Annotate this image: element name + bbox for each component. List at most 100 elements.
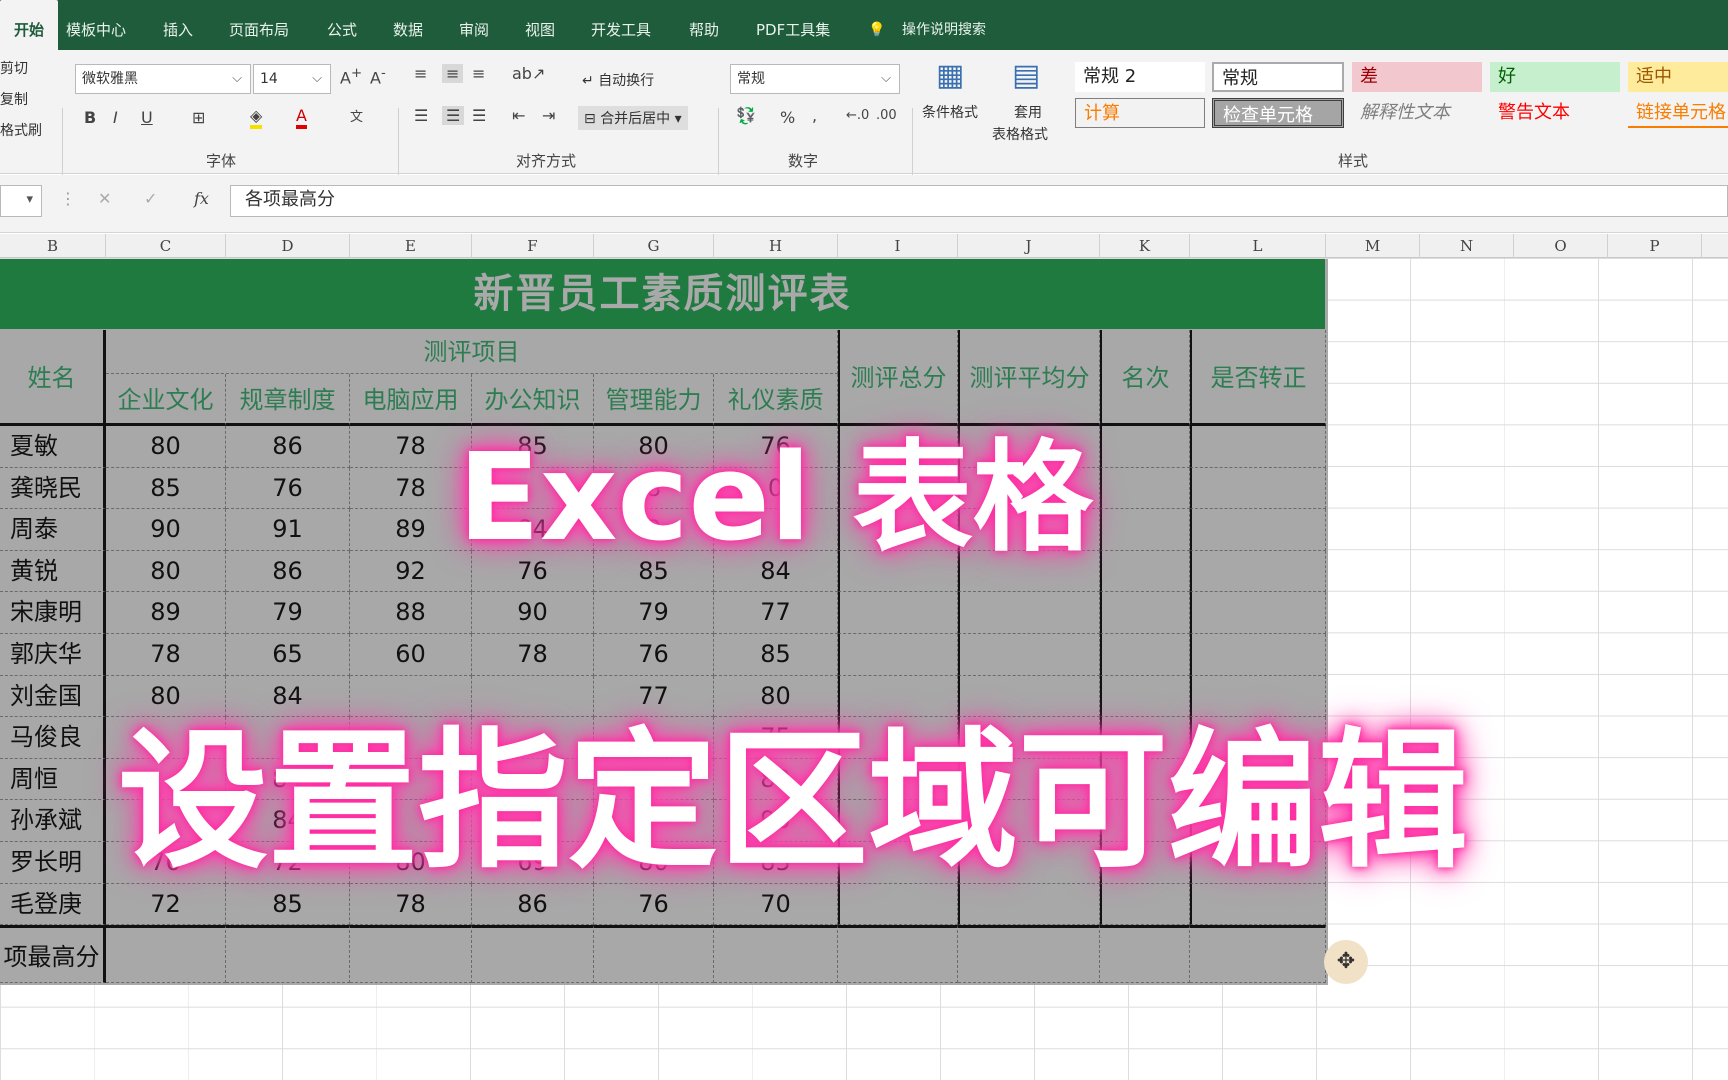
increase-indent-icon[interactable]: ⇥ <box>542 106 555 125</box>
column-header-d[interactable]: D <box>226 234 350 258</box>
empty-cell[interactable] <box>1100 550 1190 593</box>
column-header-p[interactable]: P <box>1608 234 1702 258</box>
column-header-o[interactable]: O <box>1514 234 1608 258</box>
tab-insert[interactable]: 插入 <box>163 0 193 50</box>
column-header-n[interactable]: N <box>1420 234 1514 258</box>
footer-cell[interactable] <box>472 925 594 984</box>
name-cell[interactable]: 郭庆华 <box>0 634 106 676</box>
tab-view[interactable]: 视图 <box>525 0 555 50</box>
score-cell[interactable]: 91 <box>226 509 350 551</box>
sub-header[interactable]: 规章制度 <box>226 374 350 426</box>
score-cell[interactable]: 92 <box>350 550 472 593</box>
tab-formulas[interactable]: 公式 <box>327 0 357 50</box>
column-header-e[interactable]: E <box>350 234 472 258</box>
style-warning[interactable]: 警告文本 <box>1490 98 1620 128</box>
lightbulb-icon[interactable]: 💡 <box>868 0 885 50</box>
score-cell[interactable]: 80 <box>106 426 226 468</box>
bold-button[interactable]: B <box>84 108 96 127</box>
score-cell[interactable]: 86 <box>226 550 350 593</box>
tab-developer[interactable]: 开发工具 <box>591 0 651 50</box>
score-cell[interactable]: 78 <box>106 634 226 676</box>
score-cell[interactable]: 76 <box>226 467 350 510</box>
style-calculation[interactable]: 计算 <box>1075 98 1205 128</box>
align-center-icon[interactable]: ☰ <box>442 106 465 125</box>
orientation-icon[interactable]: ab↗ <box>512 64 545 83</box>
empty-cell[interactable] <box>1190 509 1326 551</box>
score-cell[interactable]: 89 <box>106 592 226 634</box>
table-format-button-line2[interactable]: 表格格式 <box>992 124 1048 144</box>
empty-cell[interactable] <box>1100 467 1190 510</box>
align-right-icon[interactable]: ☰ <box>472 106 486 125</box>
tab-template-center[interactable]: 模板中心 <box>66 0 126 50</box>
decrease-decimal-icon[interactable]: .00 <box>876 108 897 123</box>
footer-cell[interactable] <box>958 925 1100 984</box>
phonetic-icon[interactable]: 文 <box>350 106 363 125</box>
font-color-icon[interactable]: A <box>296 106 307 129</box>
style-neutral[interactable]: 适中 <box>1628 62 1728 92</box>
decrease-indent-icon[interactable]: ⇤ <box>512 106 525 125</box>
name-cell[interactable]: 周恒 <box>0 758 106 801</box>
footer-cell[interactable] <box>1190 925 1326 984</box>
footer-cell[interactable] <box>106 925 226 984</box>
style-explanatory[interactable]: 解释性文本 <box>1352 98 1482 128</box>
percent-button[interactable]: % <box>780 108 795 127</box>
name-cell[interactable]: 孙承斌 <box>0 800 106 842</box>
name-cell[interactable]: 龚晓民 <box>0 467 106 510</box>
footer-cell[interactable] <box>594 925 714 984</box>
empty-cell[interactable] <box>958 592 1100 634</box>
empty-cell[interactable] <box>1100 509 1190 551</box>
align-bottom-icon[interactable]: ≡ <box>472 64 485 83</box>
column-header-i[interactable]: I <box>838 234 958 258</box>
column-header-h[interactable]: H <box>714 234 838 258</box>
style-bad[interactable]: 差 <box>1352 62 1482 92</box>
number-format-select[interactable]: 常规 ⌵ <box>730 64 900 94</box>
score-cell[interactable]: 90 <box>472 592 594 634</box>
score-cell[interactable]: 78 <box>472 634 594 676</box>
fill-color-icon[interactable]: ◈ <box>250 106 263 129</box>
tab-home[interactable]: 开始 <box>0 0 59 50</box>
style-normal[interactable]: 常规 <box>1212 62 1344 92</box>
column-header-l[interactable]: L <box>1190 234 1326 258</box>
score-cell[interactable]: 76 <box>594 634 714 676</box>
score-cell[interactable]: 90 <box>106 509 226 551</box>
font-size-select[interactable]: 14 ⌵ <box>253 64 331 94</box>
name-cell[interactable]: 夏敏 <box>0 426 106 468</box>
border-icon[interactable]: ⊞ <box>192 108 205 127</box>
italic-button[interactable]: I <box>113 108 118 127</box>
conditional-format-button[interactable]: 条件格式 <box>922 102 978 122</box>
column-header-j[interactable]: J <box>958 234 1100 258</box>
align-left-icon[interactable]: ☰ <box>414 106 428 125</box>
cut-button[interactable]: 剪切 <box>0 58 28 78</box>
conditional-format-icon[interactable]: ▦ <box>936 58 964 93</box>
score-cell[interactable]: 60 <box>350 634 472 676</box>
footer-cell[interactable] <box>838 925 958 984</box>
extra-header[interactable]: 是否转正 <box>1190 330 1326 426</box>
align-top-icon[interactable]: ≡ <box>414 64 427 83</box>
wrap-text-button[interactable]: ↵ 自动换行 <box>582 70 654 90</box>
tell-me-search[interactable]: 操作说明搜索 <box>902 0 986 50</box>
name-box[interactable]: ▾ <box>0 185 42 217</box>
merge-center-button[interactable]: ⊟ 合并后居中 ▾ <box>578 106 688 130</box>
score-cell[interactable]: 88 <box>350 592 472 634</box>
footer-cell[interactable] <box>350 925 472 984</box>
column-header-g[interactable]: G <box>594 234 714 258</box>
footer-cell[interactable] <box>1100 925 1190 984</box>
empty-cell[interactable] <box>838 634 958 676</box>
tab-help[interactable]: 帮助 <box>689 0 719 50</box>
score-cell[interactable]: 78 <box>350 467 472 510</box>
name-cell[interactable]: 黄锐 <box>0 550 106 593</box>
copy-button[interactable]: 复制 <box>0 89 28 109</box>
increase-decimal-icon[interactable]: ←.0 <box>846 108 869 123</box>
score-cell[interactable]: 80 <box>106 550 226 593</box>
column-header-k[interactable]: K <box>1100 234 1190 258</box>
empty-cell[interactable] <box>1190 467 1326 510</box>
tab-review[interactable]: 审阅 <box>459 0 489 50</box>
empty-cell[interactable] <box>1190 550 1326 593</box>
empty-cell[interactable] <box>958 634 1100 676</box>
score-cell[interactable]: 86 <box>226 426 350 468</box>
style-check-cell[interactable]: 检查单元格 <box>1212 98 1344 128</box>
cancel-icon[interactable]: ✕ <box>98 189 111 208</box>
empty-cell[interactable] <box>1190 634 1326 676</box>
sub-header[interactable]: 企业文化 <box>106 374 226 426</box>
align-middle-icon[interactable]: ≡ <box>442 64 464 83</box>
